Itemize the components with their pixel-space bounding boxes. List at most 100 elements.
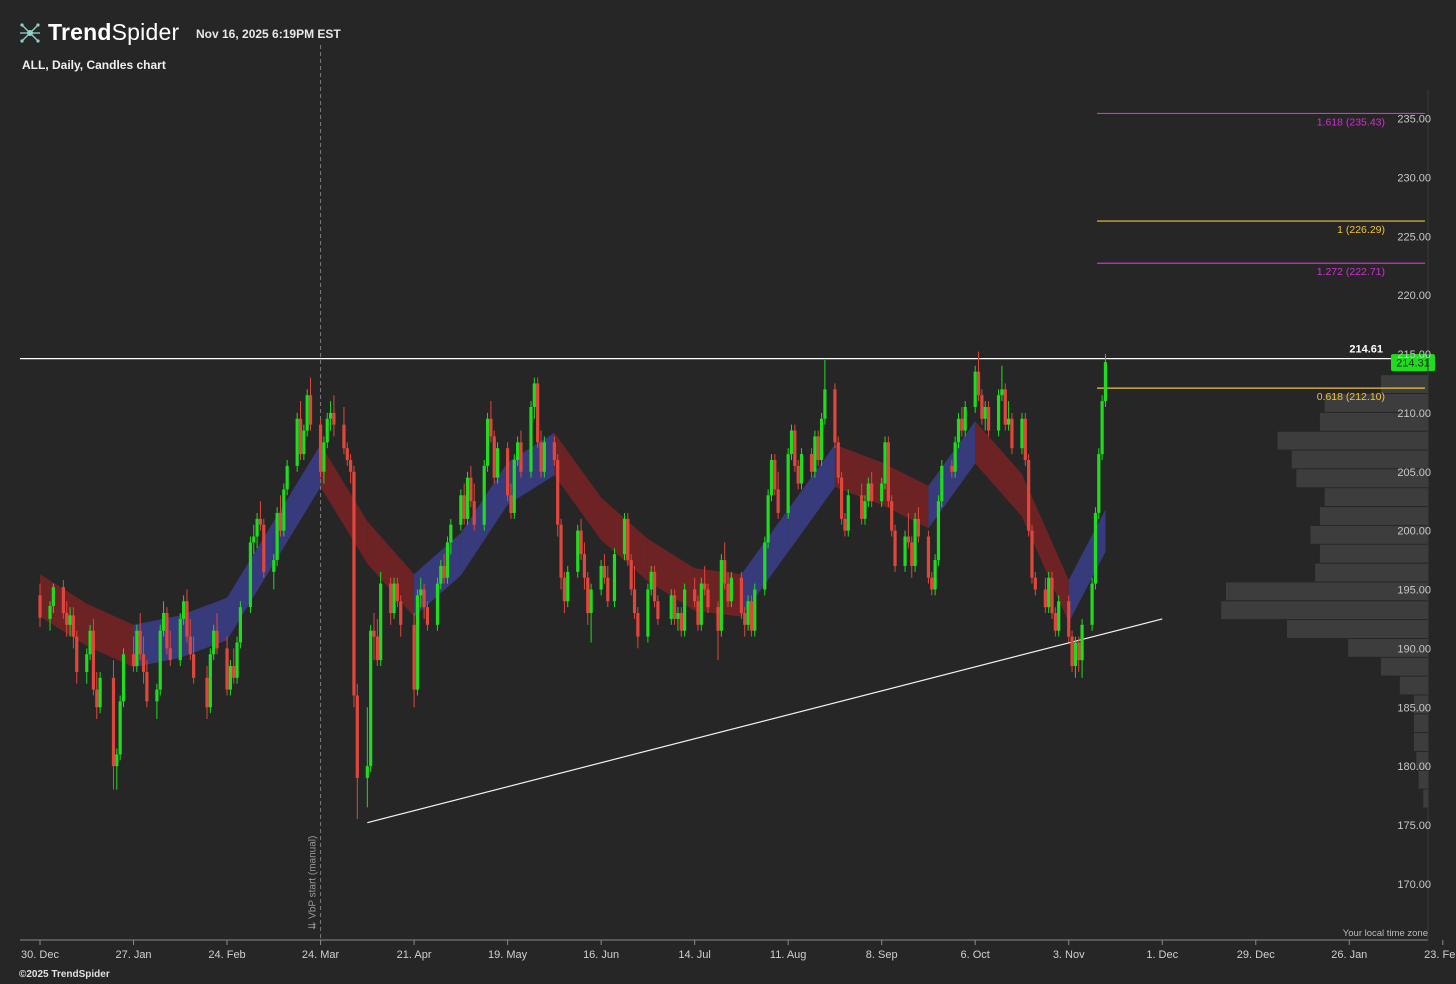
candle-body [886,442,890,502]
candle-body [696,601,700,625]
candle-body [248,542,253,608]
vbp-start-label: ⇊ VbP start (manual) [308,836,319,930]
brand-logo: TrendSpider [18,19,179,46]
candle-body [439,565,443,584]
candle-body [743,613,747,625]
candle-body [683,589,687,631]
candle-body [699,583,703,625]
y-tick-label: 225.00 [1397,231,1431,243]
candle-body [956,418,961,443]
candle-body [161,613,166,631]
candle-body [506,448,510,496]
candle-body [789,430,794,455]
x-tick-label: 8. Sep [866,949,898,961]
candle-body [469,477,473,502]
candle-body [559,524,563,578]
candle-body [863,501,867,519]
candle-body [1003,389,1007,425]
candle-body [796,465,800,484]
candle-body [509,495,513,513]
candle-body [960,418,964,431]
price-chart[interactable]: ⇊ VbP start (manual) 214.61 1.618 (235.43)… [0,0,1456,984]
candle-body [379,583,383,661]
resistance-label: 214.61 [1349,344,1383,356]
candle-body [753,589,757,631]
candle-body [906,536,910,543]
volume-profile-bar [1291,450,1428,469]
timezone-note[interactable]: Your local time zone [1343,928,1428,939]
volume-profile-bar [1413,733,1428,751]
candle-body [1000,389,1004,396]
candle-body [131,654,136,667]
candle-body [465,477,470,519]
candle-body [399,601,403,625]
candle-body [392,583,396,614]
candle-body [846,495,850,531]
candle-body [275,512,279,561]
candle-body [576,530,580,572]
y-tick-label: 175.00 [1397,820,1431,832]
spider-logo-icon [20,22,40,43]
candle-body [1010,418,1014,449]
y-tick-label: 205.00 [1397,467,1431,479]
candle-body [739,577,743,614]
candle-body [813,436,817,472]
candle-body [1073,642,1077,667]
candle-body [529,406,533,472]
candle-body [629,560,633,590]
candle-body [442,565,446,578]
x-tick-label: 29. Dec [1237,949,1275,961]
candle-body [866,483,870,502]
candle-body [579,530,583,555]
candle-body [539,442,543,472]
candle-body [793,430,797,466]
candle-body [950,465,954,472]
candle-body [726,583,730,602]
candle-body [626,518,630,561]
candle-body [656,601,660,619]
volume-profile-bar [1418,770,1428,789]
candle-body [308,395,313,425]
candle-body [860,495,864,519]
candle-body [349,459,353,472]
candle-body [425,607,430,625]
candle-body [749,601,754,631]
candle-body [703,583,707,590]
candle-body [1053,613,1057,631]
x-tick-label: 23. Feb [1424,949,1456,961]
y-tick-label: 210.00 [1397,408,1431,420]
candle-body [983,406,987,419]
candle-body [155,689,159,702]
candle-body [602,565,607,578]
candle-body [115,754,119,767]
trend-ribbon [40,421,1106,668]
candle-body [182,601,186,619]
candle-body [285,465,289,490]
y-tick-label: 195.00 [1397,585,1431,597]
candle-body [322,442,326,472]
volume-profile-bar [1324,488,1428,507]
volume-profile-bar [1399,676,1428,695]
candle-body [168,648,172,661]
candle-body [940,465,944,502]
candle-body [980,395,984,419]
candle-body [786,454,790,513]
candle-body [212,630,216,655]
volume-profile-bar [1287,620,1428,638]
chart-subtitle: ALL, Daily, Candles chart [22,58,166,72]
candle-body [1103,362,1108,402]
candle-body [612,554,617,602]
candle-body [298,418,303,455]
fib-level-label: 0.618 (212.10) [1317,391,1385,403]
candle-body [636,613,640,637]
candle-body [472,501,476,525]
x-tick-label: 16. Jun [583,949,619,961]
candle-body [328,412,333,419]
candle-body [318,424,323,472]
candle-body [1050,577,1054,614]
candle-body [582,554,587,578]
candle-body [1057,601,1061,631]
candle-body [963,406,967,431]
candle-body [519,442,523,472]
candle-body [913,518,917,566]
